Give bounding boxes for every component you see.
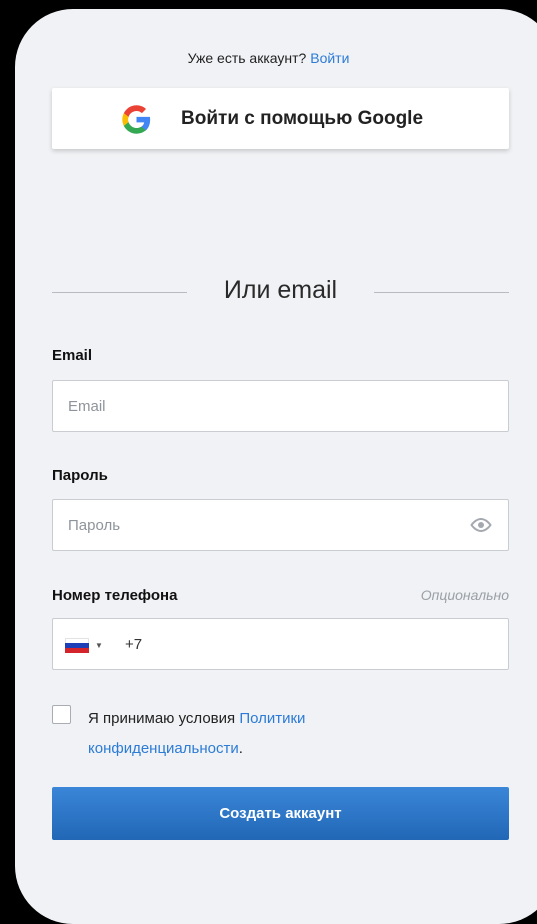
email-label: Email <box>52 347 93 364</box>
login-prompt: Уже есть аккаунт? Войти <box>0 50 537 66</box>
terms-suffix: . <box>238 740 243 757</box>
create-account-label: Создать аккаунт <box>219 805 342 822</box>
google-signin-label: Войти с помощью Google <box>181 107 424 129</box>
create-account-button[interactable]: Создать аккаунт <box>52 787 509 840</box>
or-divider: Или email <box>52 276 509 310</box>
password-field[interactable] <box>52 499 509 551</box>
login-prompt-text: Уже есть аккаунт? <box>187 50 307 66</box>
divider-line-right <box>374 292 509 293</box>
phone-input[interactable] <box>125 619 495 669</box>
terms-text: Я принимаю условия Политики конфиденциал… <box>88 704 408 764</box>
eye-icon[interactable] <box>469 516 493 534</box>
russia-flag-icon[interactable] <box>65 638 89 653</box>
password-label: Пароль <box>52 467 108 484</box>
optional-hint: Опционально <box>420 587 509 603</box>
email-field[interactable] <box>52 380 509 432</box>
phone-field[interactable]: ▼ <box>52 618 509 670</box>
divider-text: Или email <box>223 276 338 304</box>
google-signin-button[interactable]: Войти с помощью Google <box>52 88 509 149</box>
chevron-down-icon[interactable]: ▼ <box>95 641 103 650</box>
phone-label: Номер телефона <box>52 587 178 604</box>
login-link[interactable]: Войти <box>310 50 349 66</box>
google-icon <box>122 105 151 134</box>
terms-prefix: Я принимаю условия <box>88 710 240 727</box>
terms-checkbox[interactable] <box>52 705 71 724</box>
